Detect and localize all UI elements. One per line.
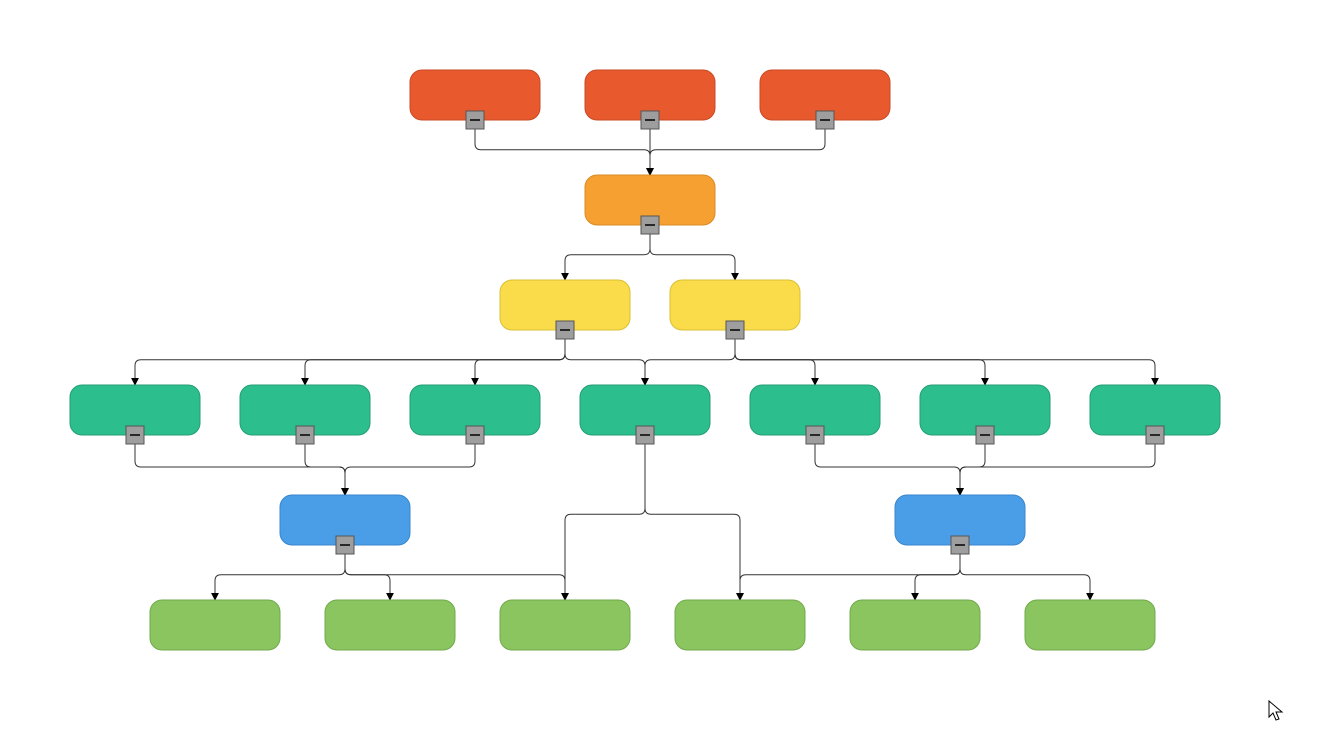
edge-r2a-r3d xyxy=(565,339,645,385)
edge-r2a-r3a xyxy=(135,339,565,385)
node-r5a[interactable] xyxy=(150,600,280,650)
edge-r3d-r5d xyxy=(645,444,740,600)
edge-r2b-r3f xyxy=(735,339,985,385)
edge-r1a-r2b xyxy=(650,234,735,280)
edge-r4b-r5d xyxy=(740,554,960,600)
edge-r2a-r3c xyxy=(475,339,565,385)
edge-r0a-r1a xyxy=(475,129,650,175)
mouse-cursor-icon xyxy=(1269,701,1282,720)
collapse-toggle-r3g[interactable] xyxy=(1146,426,1164,444)
flowchart-canvas[interactable] xyxy=(0,0,1340,744)
collapse-toggle-r0c[interactable] xyxy=(816,111,834,129)
edge-r3b-r4a xyxy=(305,444,345,495)
collapse-toggle-r4b[interactable] xyxy=(951,536,969,554)
edge-r2b-r3e xyxy=(735,339,815,385)
collapse-toggle-r3f[interactable] xyxy=(976,426,994,444)
edge-r4a-r5a xyxy=(215,554,345,600)
node-r5f[interactable] xyxy=(1025,600,1155,650)
collapse-toggle-r4a[interactable] xyxy=(336,536,354,554)
collapse-toggle-r2a[interactable] xyxy=(556,321,574,339)
edge-r4a-r5b xyxy=(345,554,390,600)
node-r5e[interactable] xyxy=(850,600,980,650)
edge-r2b-r3g xyxy=(735,339,1155,385)
collapse-toggle-r1a[interactable] xyxy=(641,216,659,234)
edge-r3f-r4b xyxy=(960,444,985,495)
edge-r3e-r4b xyxy=(815,444,960,495)
edge-r2b-r3d xyxy=(645,339,735,385)
edge-r3d-r5c xyxy=(565,444,645,600)
collapse-toggle-r3b[interactable] xyxy=(296,426,314,444)
collapse-toggle-r3d[interactable] xyxy=(636,426,654,444)
edge-r4b-r5e xyxy=(915,554,960,600)
edge-r3a-r4a xyxy=(135,444,345,495)
edge-r3c-r4a xyxy=(345,444,475,495)
collapse-toggle-r0b[interactable] xyxy=(641,111,659,129)
edge-r4a-r5c xyxy=(345,554,565,600)
node-r5b[interactable] xyxy=(325,600,455,650)
edge-r3g-r4b xyxy=(960,444,1155,495)
collapse-toggle-r2b[interactable] xyxy=(726,321,744,339)
edge-r2a-r3b xyxy=(305,339,565,385)
edge-r4b-r5f xyxy=(960,554,1090,600)
collapse-toggle-r3a[interactable] xyxy=(126,426,144,444)
collapse-toggle-r3e[interactable] xyxy=(806,426,824,444)
node-r5c[interactable] xyxy=(500,600,630,650)
node-r5d[interactable] xyxy=(675,600,805,650)
edge-r0c-r1a xyxy=(650,129,825,175)
edge-r1a-r2a xyxy=(565,234,650,280)
collapse-toggle-r0a[interactable] xyxy=(466,111,484,129)
collapse-toggle-r3c[interactable] xyxy=(466,426,484,444)
